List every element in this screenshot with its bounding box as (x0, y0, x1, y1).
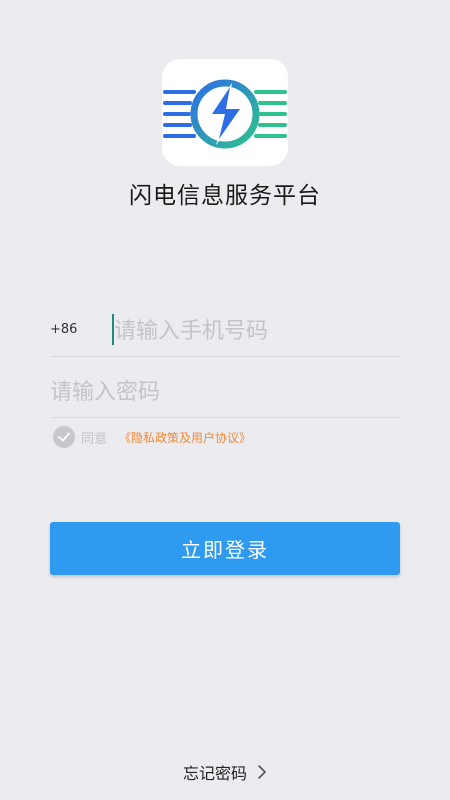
checkmark-circle-icon[interactable] (53, 426, 75, 448)
app-logo-icon (162, 59, 288, 166)
agreement-row: 同意 《隐私政策及用户协议》 (53, 426, 251, 448)
forgot-password-label: 忘记密码 (182, 764, 247, 783)
phone-input[interactable] (114, 316, 400, 346)
chevron-right-icon (257, 764, 267, 780)
password-input[interactable] (50, 377, 400, 407)
phone-row: +86 (50, 306, 400, 357)
app-title: 闪电信息服务平台 (129, 183, 321, 209)
privacy-policy-link[interactable]: 《隐私政策及用户协议》 (119, 429, 251, 446)
agree-label: 同意 (81, 431, 108, 447)
country-code-label[interactable]: +86 (50, 322, 77, 337)
login-button[interactable]: 立即登录 (50, 522, 400, 575)
password-row (50, 368, 400, 418)
forgot-password-link[interactable]: 忘记密码 (0, 760, 450, 784)
